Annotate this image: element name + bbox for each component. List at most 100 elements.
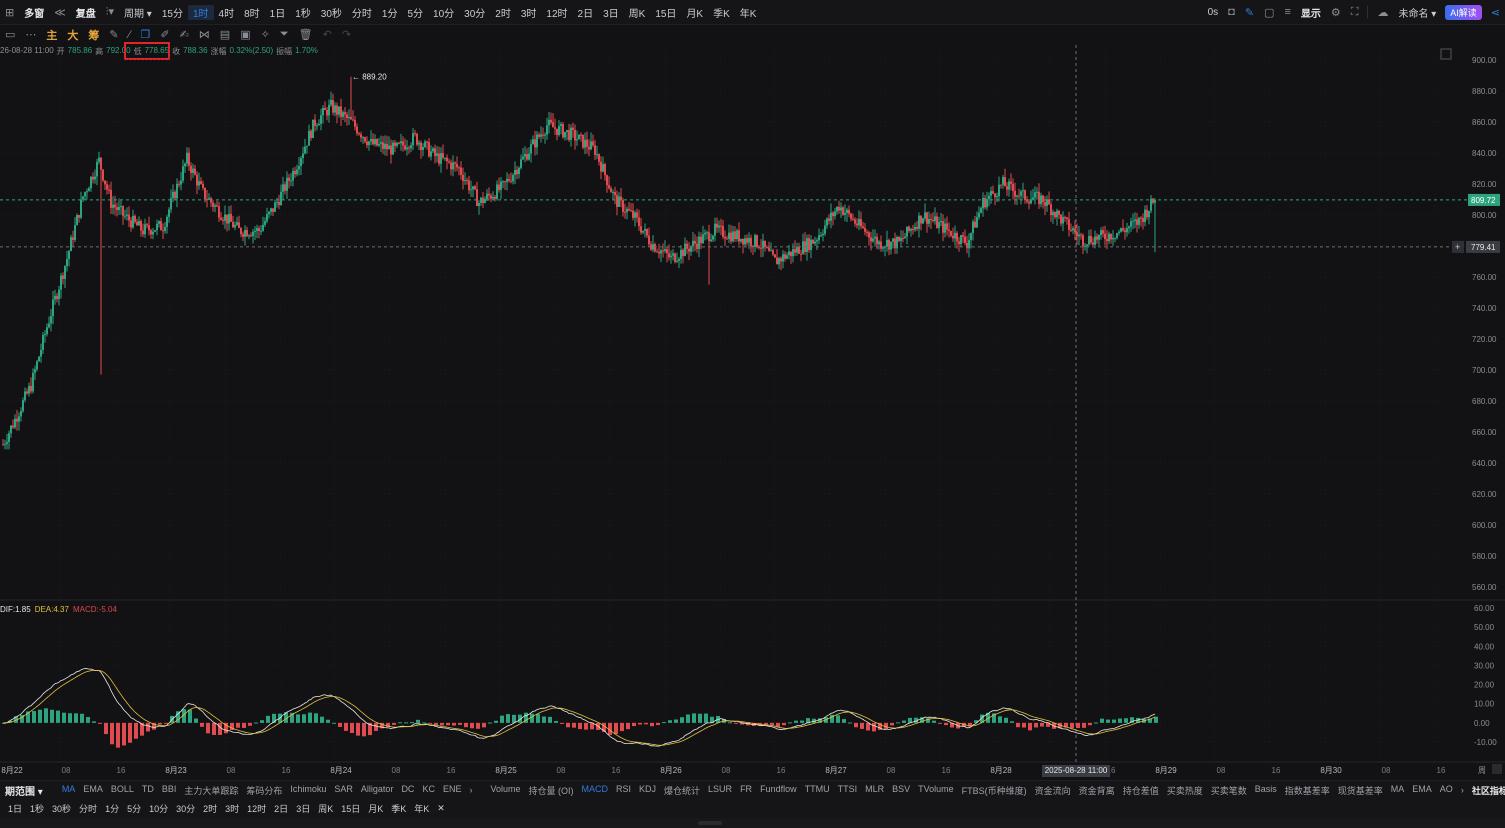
candle-body bbox=[248, 235, 250, 237]
quick-interval-8[interactable]: 2时 bbox=[199, 802, 221, 815]
price-tick-label: 820.00 bbox=[1472, 180, 1497, 189]
sub-indicator-21[interactable]: 指数基差率 bbox=[1281, 784, 1334, 797]
collapse-handle[interactable] bbox=[698, 821, 722, 825]
quick-interval-15[interactable]: 月K bbox=[364, 802, 387, 815]
macd-bar bbox=[356, 722, 360, 736]
quick-interval-16[interactable]: 季K bbox=[387, 802, 410, 815]
quick-interval-11[interactable]: 2日 bbox=[270, 802, 292, 815]
quick-interval-4[interactable]: 1分 bbox=[101, 802, 123, 815]
sub-indicator-7[interactable]: FR bbox=[736, 784, 756, 797]
sub-indicator-2[interactable]: MACD bbox=[578, 784, 613, 797]
sub-indicator-12[interactable]: BSV bbox=[888, 784, 914, 797]
sub-indicator-1[interactable]: 持仓量 (OI) bbox=[525, 784, 578, 797]
macd-bar bbox=[872, 722, 876, 732]
quick-interval-6[interactable]: 10分 bbox=[145, 802, 172, 815]
main-indicator-8[interactable]: SAR bbox=[330, 784, 357, 797]
axes: 900.00880.00860.00840.00820.00800.00780.… bbox=[1, 48, 1502, 777]
candle-body bbox=[156, 223, 158, 231]
main-indicator-10[interactable]: DC bbox=[397, 784, 418, 797]
price-chart[interactable]: ← 889.20 900.00 880.00 860.00 840.00 820.00 8… bbox=[0, 0, 1505, 780]
quick-interval-12[interactable]: 3日 bbox=[292, 802, 314, 815]
quick-interval-9[interactable]: 3时 bbox=[221, 802, 243, 815]
close-interval-bar-button[interactable]: ✕ bbox=[433, 803, 449, 814]
sub-indicator-13[interactable]: TVolume bbox=[914, 784, 958, 797]
candle-body bbox=[692, 240, 694, 247]
main-indicator-2[interactable]: BOLL bbox=[107, 784, 138, 797]
sub-indicator-20[interactable]: Basis bbox=[1251, 784, 1281, 797]
candle-body bbox=[1020, 191, 1022, 196]
candle-body bbox=[472, 186, 474, 190]
main-indicator-5[interactable]: 主力大单跟踪 bbox=[180, 784, 242, 797]
main-indicator-12[interactable]: ENE bbox=[439, 784, 466, 797]
quick-interval-3[interactable]: 分时 bbox=[75, 802, 101, 815]
candle-body bbox=[1060, 214, 1062, 224]
macd-bar bbox=[842, 719, 846, 723]
candle-body bbox=[96, 161, 98, 177]
candle-body bbox=[560, 124, 562, 126]
candle-body bbox=[716, 223, 718, 228]
quick-interval-5[interactable]: 5分 bbox=[123, 802, 145, 815]
sub-indicator-16[interactable]: 资金背离 bbox=[1075, 784, 1119, 797]
quick-interval-7[interactable]: 30分 bbox=[172, 802, 199, 815]
quick-interval-0[interactable]: 1日 bbox=[4, 802, 26, 815]
candle-body bbox=[322, 107, 324, 116]
sub-indicator-17[interactable]: 持仓差值 bbox=[1119, 784, 1163, 797]
sub-indicator-6[interactable]: LSUR bbox=[704, 784, 736, 797]
main-indicator-6[interactable]: 筹码分布 bbox=[242, 784, 286, 797]
sub-indicator-11[interactable]: MLR bbox=[861, 784, 888, 797]
indicator-bar: 期范围 ▾ MA EMA BOLL TD BBI 主力大单跟踪 筹码分布 Ichimoku SA… bbox=[0, 780, 1505, 799]
candle-body bbox=[330, 99, 332, 105]
sub-indicator-0[interactable]: Volume bbox=[486, 784, 524, 797]
candle-body bbox=[108, 189, 110, 191]
dif-value: DIF:1.85 bbox=[0, 605, 31, 614]
quick-interval-13[interactable]: 周K bbox=[314, 802, 337, 815]
range-dropdown[interactable]: 期范围 ▾ bbox=[0, 783, 48, 798]
candle-body bbox=[456, 163, 458, 168]
sub-indicator-25[interactable]: AO bbox=[1436, 784, 1457, 797]
candle-body bbox=[712, 235, 714, 240]
sub-indicator-3[interactable]: RSI bbox=[612, 784, 635, 797]
quick-interval-10[interactable]: 12时 bbox=[243, 802, 270, 815]
main-indicator-11[interactable]: KC bbox=[418, 784, 439, 797]
sub-indicator-14[interactable]: FTBS(币种维度) bbox=[958, 784, 1031, 797]
sub-indicator-23[interactable]: MA bbox=[1387, 784, 1409, 797]
quick-interval-1[interactable]: 1秒 bbox=[26, 802, 48, 815]
candle-body bbox=[208, 198, 210, 200]
sub-indicator-5[interactable]: 爆仓统计 bbox=[660, 784, 704, 797]
candle-body bbox=[1018, 195, 1020, 197]
macd-bar bbox=[32, 711, 36, 723]
sub-indicator-19[interactable]: 买卖笔数 bbox=[1207, 784, 1251, 797]
sub-indicator-9[interactable]: TTMU bbox=[801, 784, 834, 797]
main-indicator-7[interactable]: Ichimoku bbox=[286, 784, 330, 797]
community-indicators[interactable]: 社区指标 bbox=[1468, 784, 1505, 797]
main-indicator-9[interactable]: Alligator bbox=[357, 784, 398, 797]
candle-body bbox=[746, 238, 748, 243]
main-indicator-3[interactable]: TD bbox=[138, 784, 158, 797]
quick-interval-2[interactable]: 30秒 bbox=[48, 802, 75, 815]
sub-indicator-22[interactable]: 现货基差率 bbox=[1334, 784, 1387, 797]
sub-indicator-10[interactable]: TTSI bbox=[834, 784, 862, 797]
main-indicator-1[interactable]: EMA bbox=[79, 784, 107, 797]
sub-indicator-18[interactable]: 买卖热度 bbox=[1163, 784, 1207, 797]
quick-interval-17[interactable]: 年K bbox=[410, 802, 433, 815]
macd-bar bbox=[1016, 722, 1020, 728]
candle-body bbox=[1014, 190, 1016, 197]
candle-body bbox=[708, 232, 710, 242]
candle-body bbox=[54, 295, 56, 300]
candle-body bbox=[226, 214, 228, 224]
candle-body bbox=[244, 230, 246, 237]
candle-body bbox=[886, 239, 888, 247]
sub-indicator-8[interactable]: Fundflow bbox=[756, 784, 801, 797]
sub-indicators-more[interactable]: › bbox=[1457, 785, 1468, 795]
sub-indicator-4[interactable]: KDJ bbox=[635, 784, 660, 797]
macd-bar bbox=[236, 722, 240, 728]
main-indicator-0[interactable]: MA bbox=[58, 784, 80, 797]
main-indicator-4[interactable]: BBI bbox=[158, 784, 181, 797]
quick-interval-14[interactable]: 15日 bbox=[337, 802, 364, 815]
candle-body bbox=[46, 327, 48, 335]
sub-indicator-24[interactable]: EMA bbox=[1408, 784, 1436, 797]
sub-indicator-15[interactable]: 资金流向 bbox=[1031, 784, 1075, 797]
candle-body bbox=[484, 198, 486, 203]
main-indicators-more[interactable]: › bbox=[465, 785, 476, 795]
candle-body bbox=[1092, 242, 1094, 245]
